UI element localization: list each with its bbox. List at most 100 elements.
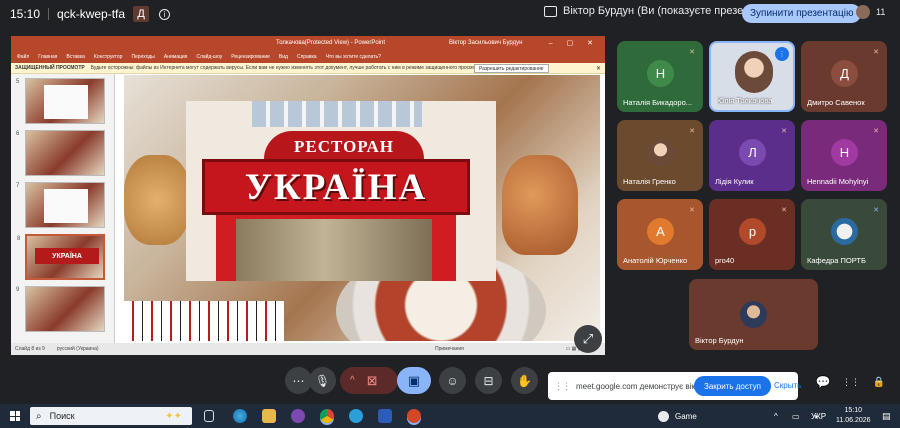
participant-tile[interactable]: р ✕ pro40 [709,199,795,270]
mic-off-icon: ✕ [873,49,879,56]
task-view-icon[interactable] [204,410,214,422]
clock-time: 15:10 [844,407,863,414]
slide-thumbnail-selected[interactable]: 8 УКРАЇНА [17,234,105,280]
ribbon-tab[interactable]: Слайд-шоу [196,54,222,60]
participant-name: Наталія Бикадоро... [623,98,693,107]
thumb-table [44,189,88,223]
raise-hand-icon[interactable]: ✋ [511,367,538,394]
participant-photo [740,301,767,328]
participant-name: Юлія Толкачова [717,96,773,105]
share-text: meet.google.com демонструє вікно. [576,381,707,391]
participant-tile-self[interactable]: Віктор Бурдун [689,279,818,350]
file-explorer-icon[interactable] [262,409,276,423]
clock-date: 11.06.2026 [836,417,871,424]
participant-name: pro40 [715,256,735,265]
presentation-screen: Толкачова(Protected View) - PowerPoint В… [11,36,605,355]
fullscreen-icon[interactable]: ⤢ [574,325,602,353]
drag-handle-icon[interactable]: ⋮⋮ [554,381,571,392]
camera-toggle[interactable]: ^ ⊠ [340,367,398,394]
window-controls[interactable]: – ▢ ✕ [549,39,599,47]
slide-thumbnails: 5 6 7 8 УКРАЇНА 9 [11,74,115,343]
mic-off-icon: ✕ [689,49,695,56]
windows-taskbar: ⌕ Поиск ✦✦ Game ^ ▭ ◗ УКР 15:10 11.06.20… [0,404,900,428]
activities-icon[interactable]: ⋮⋮ [842,374,860,390]
chevron-up-icon[interactable]: ^ [350,375,355,386]
participant-tile[interactable]: А ✕ Анатолій Юрченко [617,199,703,270]
search-placeholder: Поиск [49,411,75,421]
camera-off-icon: ⊠ [366,372,378,388]
ribbon-tab[interactable]: Конструктор [94,54,123,60]
game-label: Game [675,411,697,421]
telegram-icon[interactable] [349,409,363,423]
enable-editing-button[interactable]: Разрешить редактирование [474,64,549,73]
captions-icon[interactable]: ⊟ [475,367,502,394]
jug-image [502,155,578,255]
slide-number: 5 [16,79,20,85]
emoji-icon[interactable]: ☺ [439,367,466,394]
participant-name: Лідія Кулик [715,177,754,186]
participants-count: 11 [876,7,886,17]
hide-link[interactable]: Скрыть [774,381,801,390]
slide-thumbnail[interactable]: 6 [16,130,105,176]
ribbon-tabs: Файл Главная Вставка Конструктор Переход… [11,50,605,63]
windows-start-icon[interactable] [10,411,20,421]
stop-presenting-button[interactable]: Зупинити презентацію [742,4,862,23]
ribbon-tab[interactable]: Рецензирование [231,54,270,60]
stop-sharing-button[interactable]: Закрить доступ [694,376,771,396]
slide-thumbnail[interactable]: 7 [16,182,105,228]
ribbon-tab[interactable]: Анимация [164,54,187,60]
participant-tile[interactable]: ✕ Наталія Гренко [617,120,703,191]
chat-icon[interactable]: 💬 [815,374,831,390]
sign-main-text: УКРАЇНА [202,159,470,215]
participant-name: Дмитро Савенок [807,98,865,107]
host-controls-icon[interactable]: 🔒 [871,374,887,390]
status-language: русский (Украина) [56,346,99,352]
notes-button[interactable]: Примечания [435,346,464,352]
participant-tile[interactable]: Н ✕ Наталія Бикадоро... [617,41,703,112]
present-button[interactable]: ▣ [397,367,431,394]
slide-thumbnail[interactable]: 9 [16,286,105,332]
powerpoint-statusbar: Слайд 8 из 9 русский (Украина) Примечани… [11,343,605,355]
edge-icon[interactable] [233,409,247,423]
participant-tile-speaking[interactable]: ⋮ Юлія Толкачова [709,41,795,112]
participant-tile[interactable]: Л ✕ Лідія Кулик [709,120,795,191]
participant-tile[interactable]: Н ✕ Hennadii Mohylnyi [801,120,887,191]
powerpoint-icon[interactable] [407,409,421,423]
more-options-icon[interactable]: ⋯ [285,367,312,394]
divider [48,8,50,20]
ribbon-tab[interactable]: Справка [297,54,317,60]
word-icon[interactable] [378,409,392,423]
participant-name: Hennadii Mohylnyi [807,177,869,186]
ribbon-tab[interactable]: Главная [38,54,57,60]
participant-tile[interactable]: ✕ Кафедра ПОРТБ [801,199,887,270]
game-widget[interactable]: Game [658,404,697,428]
status-slide: Слайд 8 из 9 [15,346,45,352]
ribbon-tab[interactable]: Вид [279,54,288,60]
game-icon [658,410,669,422]
ribbon-tab[interactable]: Файл [17,54,29,60]
ribbon-tab[interactable]: Вставка [66,54,85,60]
info-icon[interactable]: i [159,8,171,20]
viber-icon[interactable] [291,409,305,423]
close-icon[interactable]: ✕ [596,65,601,72]
tell-me-search[interactable]: Что вы хотите сделать? [326,54,381,60]
slide-thumbnail[interactable]: 5 [16,78,105,124]
participant-tile[interactable]: Д ✕ Дмитро Савенок [801,41,887,112]
notifications-icon[interactable]: ▤ [882,404,891,428]
language-indicator[interactable]: УКР [811,404,826,428]
participants-indicator[interactable]: 11 [856,5,885,19]
mic-off-icon: ✕ [781,207,787,214]
sign-arch-text: РЕСТОРАН [264,131,424,159]
chrome-icon[interactable] [320,409,334,423]
mic-icon[interactable]: 🎙 [309,367,336,394]
avatar: А [647,218,674,245]
doors [236,219,432,281]
avatar: Н [831,139,858,166]
taskbar-search[interactable]: ⌕ Поиск ✦✦ [30,407,192,425]
slide-number: 8 [17,236,21,242]
ribbon-tab[interactable]: Переходы [131,54,154,60]
windows [252,101,422,127]
system-clock[interactable]: 15:10 11.06.2026 [836,406,871,426]
meeting-code: qck-kwep-tfa [57,7,126,21]
slide-number: 9 [16,287,20,293]
